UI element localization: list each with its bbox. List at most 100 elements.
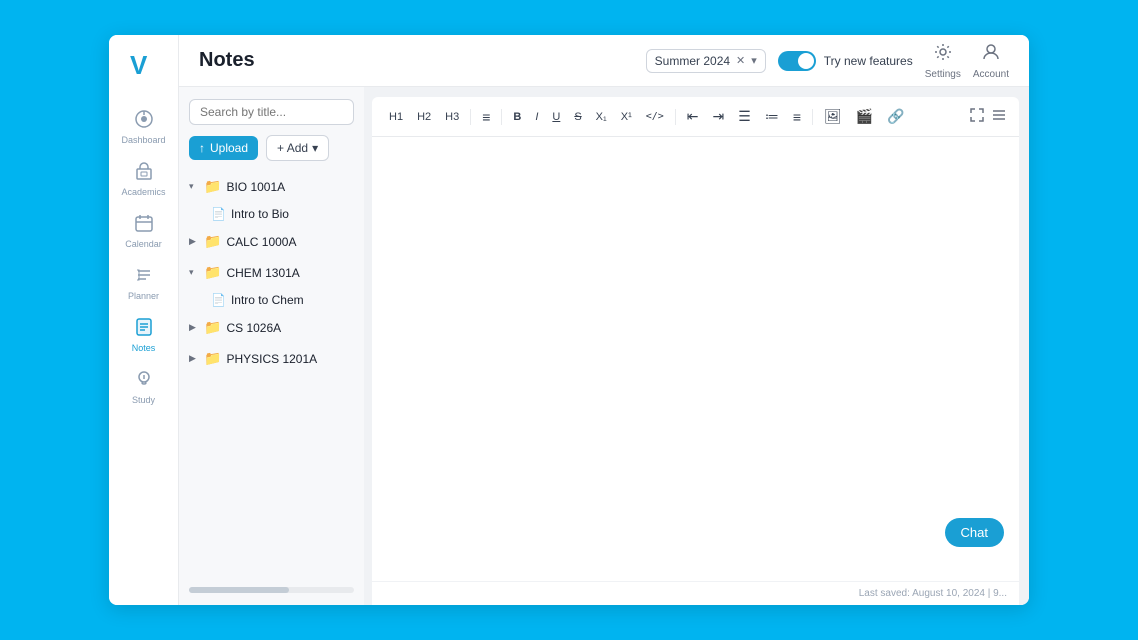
semester-close-icon[interactable]: ✕ (736, 54, 745, 67)
folder-physics-name: PHYSICS 1201A (226, 352, 324, 366)
folder-calc-1000a[interactable]: ▶ 📁 CALC 1000A + ⋮ (179, 226, 364, 257)
folder-chem-more-icon[interactable]: ⋮ (341, 265, 354, 281)
sidebar-item-planner[interactable]: Planner (109, 257, 178, 309)
search-input[interactable] (189, 99, 354, 125)
chat-button[interactable]: Chat (945, 518, 1004, 547)
toolbar-link-button[interactable]: 🔗 (882, 105, 909, 128)
folder-bio-1001a[interactable]: ▾ 📁 BIO 1001A + ⋮ (179, 171, 364, 202)
folder-physics-add-icon[interactable]: + (329, 351, 337, 366)
sidebar-item-calendar[interactable]: Calendar (109, 205, 178, 257)
add-button[interactable]: + Add ▾ (266, 135, 329, 161)
folder-calc-add-icon[interactable]: + (329, 234, 337, 249)
file-intro-to-chem[interactable]: 📄 Intro to Chem ⋮ (179, 288, 364, 312)
toolbar-divider-2 (501, 109, 502, 125)
folder-chem-add-icon[interactable]: + (329, 265, 337, 280)
svg-text:V: V (130, 50, 148, 80)
file-intro-to-bio[interactable]: 📄 Intro to Bio ⋮ (179, 202, 364, 226)
folder-calc-row[interactable]: ▶ 📁 CALC 1000A + ⋮ (189, 230, 354, 253)
folder-cs-more-icon[interactable]: ⋮ (341, 320, 354, 336)
app-logo[interactable]: V (126, 47, 162, 83)
sidebar-item-study-label: Study (132, 395, 155, 405)
settings-button[interactable]: Settings (925, 42, 961, 80)
try-new-features-toggle[interactable]: Try new features (778, 51, 913, 71)
upload-button[interactable]: ↑ Upload (189, 136, 258, 160)
folder-cs-add-icon[interactable]: + (329, 320, 337, 335)
toolbar-align-button[interactable]: ≡ (788, 106, 806, 128)
study-icon (134, 369, 154, 392)
upload-label: Upload (210, 141, 248, 155)
semester-value: Summer 2024 (655, 54, 730, 68)
sidebar-item-dashboard-label: Dashboard (121, 135, 165, 145)
semester-selector[interactable]: Summer 2024 ✕ ▾ (646, 49, 766, 73)
editor-toolbar: H1 H2 H3 ≡ B I U S X₁ X¹ </> ⇤ ⇥ ☰ (372, 97, 1019, 137)
folder-bio-row[interactable]: ▾ 📁 BIO 1001A + ⋮ (189, 175, 354, 198)
folder-bio-more-icon[interactable]: ⋮ (341, 179, 354, 195)
sidebar-item-dashboard[interactable]: Dashboard (109, 101, 178, 153)
toolbar-image-button[interactable]: 🖼 (819, 105, 847, 128)
folder-bio-add-icon[interactable]: + (329, 179, 337, 194)
scrollbar-thumb[interactable] (189, 587, 289, 593)
folder-cs-1026a[interactable]: ▶ 📁 CS 1026A + ⋮ (179, 312, 364, 343)
folder-physics-row[interactable]: ▶ 📁 PHYSICS 1201A + ⋮ (189, 347, 354, 370)
folder-cs-row[interactable]: ▶ 📁 CS 1026A + ⋮ (189, 316, 354, 339)
folder-bio-chevron-icon: ▾ (189, 181, 199, 192)
folder-physics-1201a[interactable]: ▶ 📁 PHYSICS 1201A + ⋮ (179, 343, 364, 374)
toolbar-h3-button[interactable]: H3 (440, 108, 464, 126)
horizontal-scrollbar[interactable] (189, 587, 354, 593)
page-title: Notes (199, 49, 634, 72)
file-chem-more-icon[interactable]: ⋮ (341, 292, 354, 307)
folder-cs-chevron-icon: ▶ (189, 322, 199, 333)
toolbar-video-button[interactable]: 🎬 (851, 105, 878, 128)
account-icon (981, 42, 1001, 67)
semester-chevron-icon[interactable]: ▾ (751, 54, 757, 67)
toolbar-italic-button[interactable]: I (530, 108, 543, 126)
toolbar-h2-button[interactable]: H2 (412, 108, 436, 126)
toolbar-strikethrough-button[interactable]: S (569, 108, 586, 126)
upload-icon: ↑ (199, 141, 205, 155)
toggle-switch[interactable] (778, 51, 816, 71)
sidebar-item-notes[interactable]: Notes (109, 309, 178, 361)
toggle-knob (798, 53, 814, 69)
folder-chem-row[interactable]: ▾ 📁 CHEM 1301A + ⋮ (189, 261, 354, 284)
add-label: + Add (277, 141, 308, 155)
toolbar-ordered-list-button[interactable]: ≔ (760, 105, 784, 128)
file-bio-more-icon[interactable]: ⋮ (341, 206, 354, 221)
toolbar-bullet-list-button[interactable]: ☰ (733, 105, 756, 128)
folder-calc-icon: 📁 (204, 233, 221, 250)
toolbar-superscript-button[interactable]: X¹ (616, 108, 637, 126)
academics-icon (134, 161, 154, 184)
toolbar-underline-button[interactable]: U (547, 108, 565, 126)
folder-cs-name: CS 1026A (226, 321, 324, 335)
editor-body[interactable] (372, 137, 1019, 581)
folder-cs-icon: 📁 (204, 319, 221, 336)
dashboard-icon (134, 109, 154, 132)
toolbar-bullet-button[interactable]: ≡ (477, 106, 495, 128)
toolbar-divider-1 (470, 109, 471, 125)
sidebar-item-academics[interactable]: Academics (109, 153, 178, 205)
notes-panel: ↑ Upload + Add ▾ ▾ 📁 BIO 1001A (179, 87, 364, 605)
toolbar-indent-left-button[interactable]: ⇤ (682, 105, 704, 128)
file-chem-name: Intro to Chem (231, 293, 336, 307)
folder-chem-name: CHEM 1301A (226, 266, 324, 280)
folder-calc-more-icon[interactable]: ⋮ (341, 234, 354, 250)
notes-actions: ↑ Upload + Add ▾ (179, 135, 364, 171)
settings-icon (933, 42, 953, 67)
planner-icon (134, 265, 154, 288)
toolbar-indent-right-button[interactable]: ⇥ (708, 105, 730, 128)
folder-chem-1301a[interactable]: ▾ 📁 CHEM 1301A + ⋮ (179, 257, 364, 288)
folder-bio-name: BIO 1001A (226, 180, 324, 194)
toolbar-code-button[interactable]: </> (641, 108, 669, 125)
toolbar-h1-button[interactable]: H1 (384, 108, 408, 126)
header: Notes Summer 2024 ✕ ▾ Try new features (179, 35, 1029, 87)
content-area: ↑ Upload + Add ▾ ▾ 📁 BIO 1001A (179, 87, 1029, 605)
editor-area: H1 H2 H3 ≡ B I U S X₁ X¹ </> ⇤ ⇥ ☰ (372, 97, 1019, 605)
sidebar-item-study[interactable]: Study (109, 361, 178, 413)
toolbar-bold-button[interactable]: B (508, 108, 526, 126)
toolbar-expand-icon[interactable] (969, 107, 985, 126)
toolbar-menu-icon[interactable] (991, 107, 1007, 126)
account-button[interactable]: Account (973, 42, 1009, 80)
toolbar-divider-3 (675, 109, 676, 125)
folder-physics-more-icon[interactable]: ⋮ (341, 351, 354, 367)
editor-footer: Last saved: August 10, 2024 | 9... (372, 581, 1019, 605)
toolbar-subscript-button[interactable]: X₁ (591, 108, 612, 126)
